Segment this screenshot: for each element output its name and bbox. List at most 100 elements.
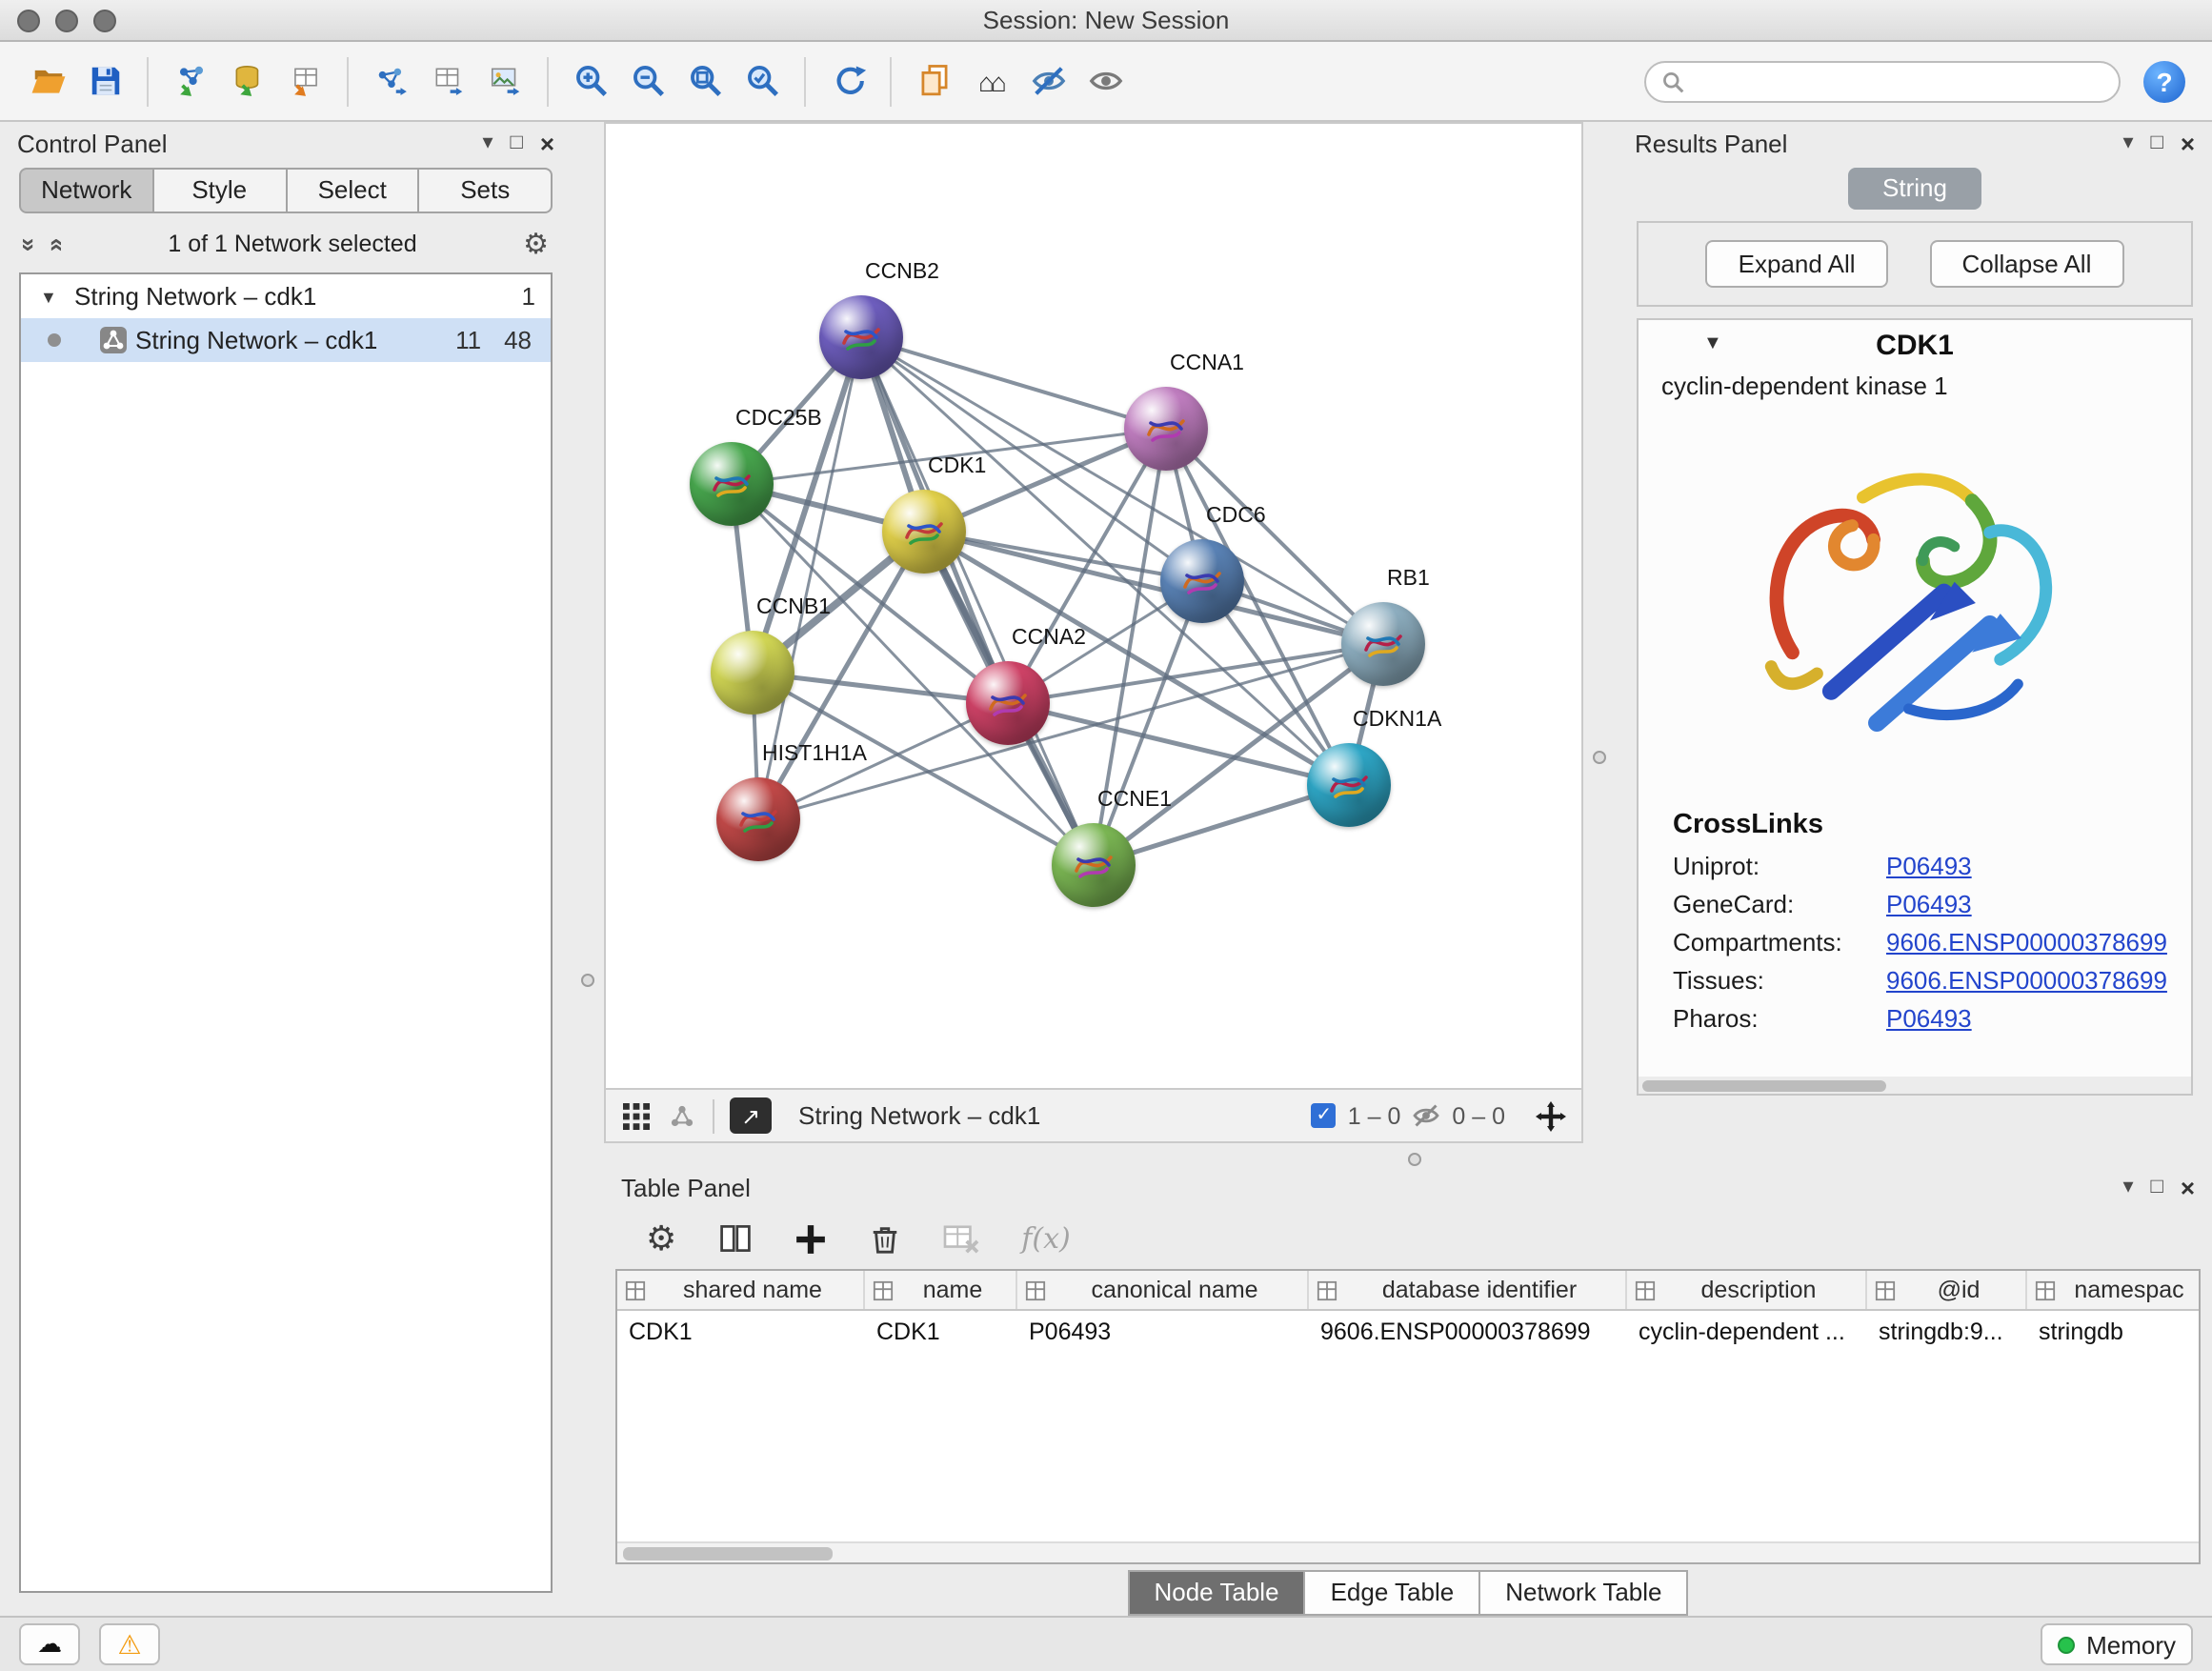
network-node-RB1[interactable]	[1341, 602, 1425, 686]
tab-edge-table[interactable]: Edge Table	[1306, 1570, 1481, 1616]
network-node-CDK1[interactable]	[882, 490, 966, 574]
crosslink-link[interactable]: P06493	[1886, 1004, 1972, 1033]
column-header-description[interactable]: description	[1627, 1271, 1867, 1309]
grid-mode-icon[interactable]	[621, 1100, 652, 1131]
crosslink-link[interactable]: P06493	[1886, 852, 1972, 880]
left-splitter[interactable]	[572, 122, 604, 1616]
collection-disclosure-icon[interactable]: ▼	[40, 287, 67, 306]
crosslink-link[interactable]: 9606.ENSP00000378699	[1886, 928, 2167, 956]
close-window-button[interactable]	[17, 10, 40, 32]
detach-view-button[interactable]: ↗	[730, 1097, 772, 1134]
panel-close-icon[interactable]: ×	[2181, 131, 2195, 155]
network-node-CDC25B[interactable]	[690, 442, 774, 526]
import-network-from-database-button[interactable]	[219, 52, 276, 110]
edge-CCNB2-CCNE1[interactable]	[861, 337, 1094, 865]
pan-crosshair-icon[interactable]	[1536, 1100, 1566, 1131]
warnings-button[interactable]: ⚠	[99, 1623, 160, 1665]
tab-string[interactable]: String	[1848, 168, 1981, 210]
network-node-CDC6[interactable]	[1160, 539, 1244, 623]
collapse-all-button[interactable]: Collapse All	[1930, 240, 2124, 288]
network-options-gear-icon[interactable]: ⚙	[523, 227, 549, 261]
horizontal-splitter[interactable]	[604, 1155, 2212, 1166]
zoom-fit-button[interactable]	[676, 52, 734, 110]
tab-style[interactable]: Style	[154, 168, 288, 213]
table-cell[interactable]: CDK1	[617, 1318, 865, 1344]
network-node-CCNA2[interactable]	[966, 661, 1050, 745]
panel-collapse-icon[interactable]: ▾	[2122, 132, 2133, 153]
edge-CDK1-RB1[interactable]	[924, 532, 1383, 644]
minimize-window-button[interactable]	[55, 10, 78, 32]
network-node-HIST1H1A[interactable]	[716, 777, 800, 861]
cloud-status-button[interactable]: ☁	[19, 1623, 80, 1665]
delete-table-button[interactable]	[943, 1222, 979, 1255]
hide-graphics-details-button[interactable]	[1019, 52, 1076, 110]
splitter-handle[interactable]	[1593, 751, 1606, 764]
tab-network[interactable]: Network	[19, 168, 154, 213]
table-cell[interactable]: P06493	[1017, 1318, 1309, 1344]
tab-sets[interactable]: Sets	[420, 168, 553, 213]
panel-close-icon[interactable]: ×	[2181, 1175, 2195, 1199]
column-header-@id[interactable]: @id	[1867, 1271, 2027, 1309]
export-table-button[interactable]	[419, 52, 476, 110]
collapse-arrow-icon[interactable]: ▼	[1703, 333, 1722, 354]
manage-columns-button[interactable]	[718, 1221, 753, 1256]
right-splitter[interactable]	[1583, 122, 1618, 1155]
crosslink-link[interactable]: 9606.ENSP00000378699	[1886, 966, 2167, 995]
column-header-namespac[interactable]: namespac	[2027, 1271, 2201, 1309]
network-node-CCNB1[interactable]	[711, 631, 794, 715]
expand-all-button[interactable]: Expand All	[1706, 240, 1888, 288]
table-cell[interactable]: cyclin-dependent ...	[1627, 1318, 1867, 1344]
add-column-button[interactable]	[794, 1222, 827, 1255]
maximize-window-button[interactable]	[93, 10, 116, 32]
crosslink-link[interactable]: P06493	[1886, 890, 1972, 918]
splitter-handle[interactable]	[1408, 1153, 1421, 1166]
panel-float-icon[interactable]: □	[2151, 1177, 2163, 1198]
open-session-button[interactable]	[19, 52, 76, 110]
scrollbar-thumb[interactable]	[1642, 1079, 1885, 1091]
edge-CCNB2-CCNA1[interactable]	[861, 337, 1166, 429]
edge-CCNB2-CCNB1[interactable]	[753, 337, 861, 673]
column-header-canonical-name[interactable]: canonical name	[1017, 1271, 1309, 1309]
tab-select[interactable]: Select	[287, 168, 420, 213]
table-cell[interactable]: CDK1	[865, 1318, 1017, 1344]
panel-collapse-icon[interactable]: ▾	[482, 132, 493, 153]
column-header-shared-name[interactable]: shared name	[617, 1271, 865, 1309]
column-header-name[interactable]: name	[865, 1271, 1017, 1309]
homes-button[interactable]: ⌂⌂	[962, 52, 1019, 110]
table-settings-gear-icon[interactable]: ⚙	[646, 1218, 676, 1258]
panel-float-icon[interactable]: □	[2151, 132, 2163, 153]
splitter-handle[interactable]	[581, 974, 594, 987]
delete-columns-button[interactable]	[869, 1222, 901, 1255]
export-network-button[interactable]	[362, 52, 419, 110]
network-node-CCNB2[interactable]	[819, 295, 903, 379]
search-input[interactable]	[1694, 66, 2103, 96]
network-canvas[interactable]: CCNB2CCNA1CDC25BCDK1CDC6RB1CCNB1CCNA2CDK…	[604, 122, 1583, 1090]
tab-network-table[interactable]: Network Table	[1480, 1570, 1688, 1616]
network-node-CCNA1[interactable]	[1124, 387, 1208, 471]
zoom-out-button[interactable]	[619, 52, 676, 110]
network-node-CDKN1A[interactable]	[1307, 743, 1391, 827]
table-cell[interactable]: 9606.ENSP00000378699	[1309, 1318, 1627, 1344]
search-field[interactable]	[1644, 60, 2121, 102]
help-button[interactable]: ?	[2143, 60, 2185, 102]
import-network-from-file-button[interactable]	[162, 52, 219, 110]
table-cell[interactable]: stringdb	[2027, 1318, 2201, 1344]
save-session-button[interactable]	[76, 52, 133, 110]
show-graphics-details-button[interactable]	[1076, 52, 1134, 110]
table-hscrollbar[interactable]	[617, 1541, 2199, 1562]
export-image-button[interactable]	[476, 52, 533, 110]
table-cell[interactable]: stringdb:9...	[1867, 1318, 2027, 1344]
network-collection-row[interactable]: ▼ String Network – cdk1 1	[21, 274, 551, 318]
zoom-selected-button[interactable]	[734, 52, 791, 110]
network-row-selected[interactable]: String Network – cdk1 11 48	[21, 318, 551, 362]
table-row[interactable]: CDK1CDK1P064939606.ENSP00000378699cyclin…	[617, 1311, 2199, 1351]
apply-layout-button[interactable]	[819, 52, 876, 110]
copy-document-button[interactable]	[905, 52, 962, 110]
tab-node-table[interactable]: Node Table	[1127, 1570, 1305, 1616]
card-scrollbar[interactable]	[1639, 1077, 2191, 1094]
function-builder-button[interactable]: f(x)	[1021, 1221, 1070, 1256]
panel-float-icon[interactable]: □	[511, 132, 523, 153]
zoom-in-button[interactable]	[562, 52, 619, 110]
import-table-button[interactable]	[276, 52, 333, 110]
birdseye-network-icon[interactable]	[667, 1100, 697, 1131]
